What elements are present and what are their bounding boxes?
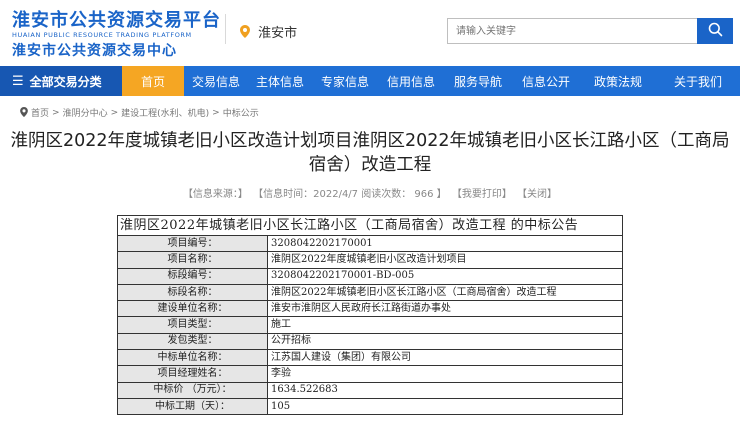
table-row: 发包类型： 公开招标 [117, 332, 623, 351]
breadcrumb-current: 中标公示 [222, 109, 259, 119]
row-label: 中标价 （万元）： [117, 381, 268, 399]
row-label: 建设单位名称： [117, 300, 268, 318]
row-value: 3208042202170001-BD-005 [267, 267, 623, 285]
row-value: 江苏国人建设（集团）有限公司 [267, 349, 623, 367]
article-meta: 【信息来源：】 【信息时间：2022/4/7 阅读次数： 966 】 【我要打印… [0, 185, 740, 200]
row-label: 中标单位名称： [117, 349, 268, 367]
table-row: 中标工期（天）： 105 [117, 397, 623, 416]
row-label: 标段名称： [117, 283, 268, 302]
breadcrumb-home[interactable]: 首页 [31, 106, 49, 119]
meta-source: 【信息来源：】 [182, 189, 248, 200]
row-value: 105 [267, 397, 623, 416]
table-row: 项目名称： 淮阴区2022年度城镇老旧小区改造计划项目 [117, 251, 623, 269]
breadcrumb-category[interactable]: 建设工程(水利、机电) [121, 106, 209, 119]
row-label: 中标工期（天）： [117, 397, 268, 416]
table-row: 建设单位名称： 淮安市淮阴区人民政府长江路街道办事处 [117, 300, 623, 318]
row-value: 3208042202170001 [267, 234, 623, 253]
location-selector[interactable]: 淮安市 [240, 22, 297, 41]
row-value: 1634.522683 [267, 381, 623, 399]
nav-item-expert-info[interactable]: 专家信息 [312, 66, 378, 96]
row-label: 项目名称： [117, 251, 268, 269]
breadcrumb-separator: > [110, 107, 119, 118]
meta-time-views: 【信息时间：2022/4/7 阅读次数： 966 】 [253, 189, 447, 200]
row-value: 李验 [267, 365, 623, 383]
table-row: 中标单位名称： 江苏国人建设（集团）有限公司 [117, 349, 623, 367]
award-notice-table: 淮阴区2022年城镇老旧小区长江路小区（工商局宿舍）改造工程 的中标公告 项目编… [117, 215, 623, 416]
map-pin-icon [240, 25, 254, 41]
nav-item-policies[interactable]: 政策法规 [580, 66, 656, 96]
table-row: 项目经理姓名： 李验 [117, 365, 623, 383]
location-label: 淮安市 [258, 26, 298, 41]
search-icon [708, 22, 723, 41]
location-icon [20, 106, 28, 119]
breadcrumb-separator: > [52, 107, 60, 118]
nav-item-entity-info[interactable]: 主体信息 [248, 66, 312, 96]
table-row: 项目编号： 3208042202170001 [117, 234, 623, 253]
row-label: 项目类型： [117, 316, 268, 334]
article-title: 淮阴区2022年度城镇老旧小区改造计划项目淮阴区2022年城镇老旧小区长江路小区… [10, 131, 730, 175]
nav-item-trade-info[interactable]: 交易信息 [184, 66, 248, 96]
nav-item-service-nav[interactable]: 服务导航 [444, 66, 512, 96]
close-link[interactable]: 【关闭】 [517, 189, 557, 200]
logo-title: 淮安市公共资源交易平台 [12, 10, 221, 31]
row-value: 施工 [267, 316, 623, 334]
site-header: 淮安市公共资源交易平台 HUAIAN PUBLIC RESOURCE TRADI… [0, 0, 740, 66]
breadcrumb-separator: > [212, 107, 220, 118]
breadcrumb: 首页 > 淮阴分中心 > 建设工程(水利、机电) > 中标公示 [20, 106, 259, 119]
nav-item-info-disclosure[interactable]: 信息公开 [512, 66, 580, 96]
table-row: 中标价 （万元）： 1634.522683 [117, 381, 623, 399]
nav-item-about-us[interactable]: 关于我们 [656, 66, 740, 96]
logo-subtitle: 淮安市公共资源交易中心 [12, 43, 177, 59]
row-value: 淮安市淮阴区人民政府长江路街道办事处 [267, 300, 623, 318]
notice-heading: 淮阴区2022年城镇老旧小区长江路小区（工商局宿舍）改造工程 的中标公告 [117, 215, 623, 236]
row-value: 公开招标 [267, 332, 623, 351]
logo-english-name: HUAIAN PUBLIC RESOURCE TRADING PLATFORM [12, 31, 192, 39]
row-value: 淮阴区2022年城镇老旧小区长江路小区（工商局宿舍）改造工程 [267, 283, 623, 302]
search-button[interactable] [697, 18, 733, 44]
site-logo[interactable]: 淮安市公共资源交易平台 HUAIAN PUBLIC RESOURCE TRADI… [12, 6, 220, 59]
all-categories-label: 全部交易分类 [29, 74, 102, 89]
table-row: 标段编号： 3208042202170001-BD-005 [117, 267, 623, 285]
all-categories-menu[interactable]: ☰ 全部交易分类 [0, 66, 122, 96]
row-label: 项目编号： [117, 234, 268, 253]
print-link[interactable]: 【我要打印】 [452, 189, 512, 200]
main-nav: ☰ 全部交易分类 首页 交易信息 主体信息 专家信息 信用信息 服务导航 信息公… [0, 66, 740, 96]
header-divider [225, 14, 226, 44]
row-label: 标段编号： [117, 267, 268, 285]
table-row: 标段名称： 淮阴区2022年城镇老旧小区长江路小区（工商局宿舍）改造工程 [117, 283, 623, 302]
row-label: 发包类型： [117, 332, 268, 351]
nav-item-credit-info[interactable]: 信用信息 [378, 66, 444, 96]
breadcrumb-branch[interactable]: 淮阴分中心 [63, 106, 108, 119]
search-box [447, 18, 697, 44]
row-label: 项目经理姓名： [117, 365, 268, 383]
row-value: 淮阴区2022年度城镇老旧小区改造计划项目 [267, 251, 623, 269]
nav-item-home[interactable]: 首页 [122, 66, 184, 96]
table-row: 项目类型： 施工 [117, 316, 623, 334]
menu-icon: ☰ [12, 73, 24, 89]
search-input[interactable] [448, 19, 697, 44]
